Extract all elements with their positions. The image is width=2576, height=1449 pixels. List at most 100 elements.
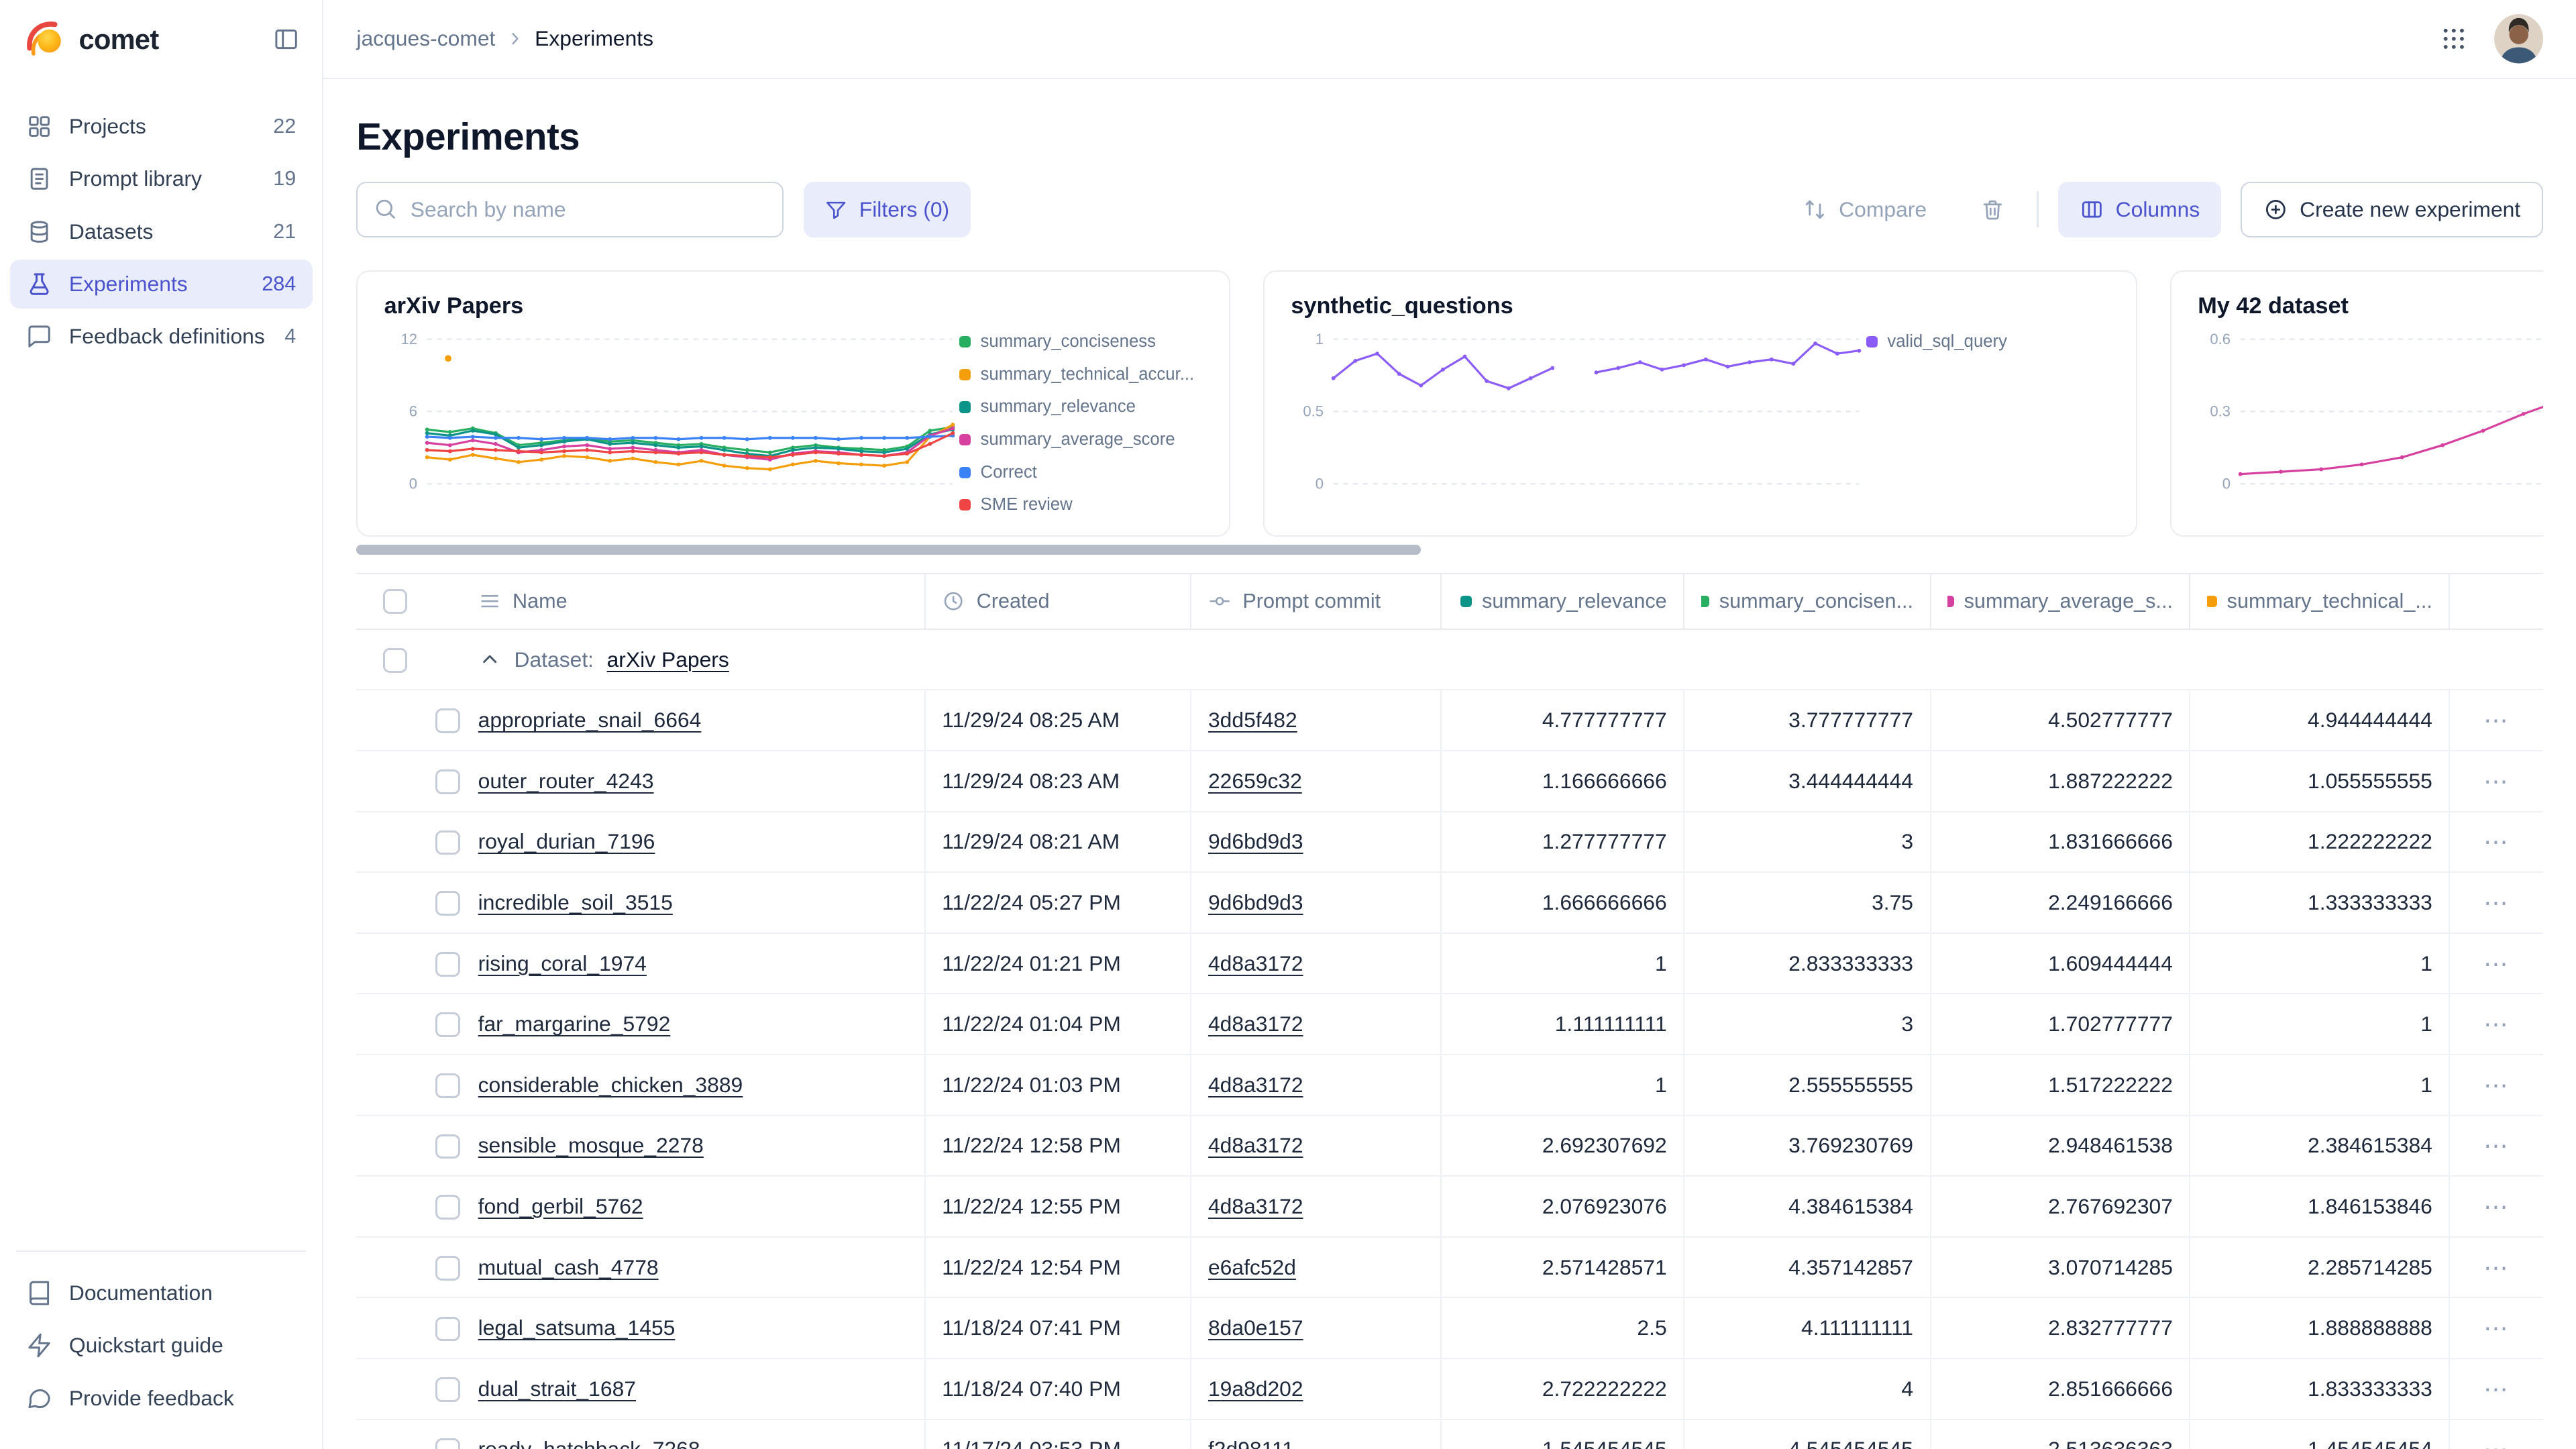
created-cell: 11/22/24 05:27 PM [925,872,1191,933]
row-checkbox[interactable] [435,1073,460,1098]
column-header-summary-average-score[interactable]: summary_average_s... [1931,574,2190,629]
delete-button[interactable] [1968,182,2017,237]
dataset-link[interactable]: arXiv Papers [607,647,729,672]
sidebar-item-experiments[interactable]: Experiments 284 [10,260,313,309]
experiment-name-link[interactable]: ready_hatchback_7268 [478,1437,700,1449]
sidebar-item-projects[interactable]: Projects 22 [10,102,313,151]
metric-value-cell: 1.609444444 [1931,933,2190,994]
dataset-group-row: Dataset: arXiv Papers [356,629,2543,690]
row-actions-button[interactable]: ⋯ [2483,706,2510,734]
row-actions-button[interactable]: ⋯ [2483,1314,2510,1342]
column-header-summary-technical[interactable]: summary_technical_... [2190,574,2449,629]
metric-value-cell: 2.571428571 [1441,1237,1684,1298]
experiment-name-cell: dual_strait_1687 [462,1358,925,1419]
row-actions-button[interactable]: ⋯ [2483,1375,2510,1403]
sidebar-item-feedback-definitions[interactable]: Feedback definitions 4 [10,312,313,361]
experiment-name-link[interactable]: incredible_soil_3515 [478,890,673,914]
row-checkbox[interactable] [435,708,460,733]
row-checkbox[interactable] [435,952,460,977]
row-checkbox[interactable] [435,1012,460,1037]
experiment-name-link[interactable]: outer_router_4243 [478,769,654,793]
columns-button[interactable]: Columns [2058,182,2221,237]
row-checkbox[interactable] [435,891,460,916]
filters-button[interactable]: Filters (0) [804,182,971,237]
sidebar-item-datasets[interactable]: Datasets 21 [10,207,313,256]
avatar[interactable] [2494,14,2543,63]
row-checkbox[interactable] [435,1195,460,1220]
sidebar-collapse-icon[interactable] [273,26,299,52]
select-all-checkbox[interactable] [383,589,408,614]
row-checkbox[interactable] [435,1134,460,1159]
breadcrumb-workspace[interactable]: jacques-comet [356,26,495,51]
row-actions-button[interactable]: ⋯ [2483,1010,2510,1038]
row-actions-button[interactable]: ⋯ [2483,828,2510,855]
row-actions-button[interactable]: ⋯ [2483,1436,2510,1449]
row-checkbox[interactable] [435,1256,460,1281]
experiment-name-link[interactable]: fond_gerbil_5762 [478,1194,643,1218]
experiment-name-link[interactable]: dual_strait_1687 [478,1377,636,1401]
legend-item: summary_relevance [959,397,1205,417]
sidebar-item-provide-feedback[interactable]: Provide feedback [10,1373,313,1422]
metric-value-cell: 3 [1684,994,1930,1055]
horizontal-scrollbar[interactable] [356,545,1421,555]
row-checkbox[interactable] [435,1377,460,1402]
row-actions-button[interactable]: ⋯ [2483,1071,2510,1099]
search-input[interactable] [356,182,784,237]
row-checkbox[interactable] [435,1317,460,1342]
experiment-name-link[interactable]: royal_durian_7196 [478,829,655,853]
prompt-commit-link[interactable]: 4d8a3172 [1208,1133,1303,1157]
row-actions-button[interactable]: ⋯ [2483,889,2510,916]
sidebar-item-documentation[interactable]: Documentation [10,1269,313,1318]
svg-text:0: 0 [2222,475,2231,492]
prompt-commit-link[interactable]: 4d8a3172 [1208,951,1303,975]
created-cell: 11/22/24 12:55 PM [925,1176,1191,1237]
svg-text:0: 0 [409,475,417,492]
prompt-commit-link[interactable]: 9d6bd9d3 [1208,890,1303,914]
column-header-prompt-commit[interactable]: Prompt commit [1191,574,1440,629]
prompt-commit-link[interactable]: e6afc52d [1208,1255,1296,1279]
metric-value-cell: 4.357142857 [1684,1237,1930,1298]
row-actions-button[interactable]: ⋯ [2483,1132,2510,1159]
compare-button[interactable]: Compare [1781,182,1947,237]
row-checkbox[interactable] [435,769,460,794]
collapse-group-icon[interactable] [478,648,501,671]
sidebar-item-quickstart-guide[interactable]: Quickstart guide [10,1321,313,1370]
row-actions-button[interactable]: ⋯ [2483,767,2510,795]
experiment-name-link[interactable]: sensible_mosque_2278 [478,1133,704,1157]
legend-dot [959,434,971,445]
prompt-commit-link[interactable]: f2d98111 [1208,1437,1294,1449]
row-actions-button[interactable]: ⋯ [2483,1193,2510,1220]
breadcrumb: jacques-comet Experiments [356,26,653,51]
apps-grid-icon[interactable] [2440,25,2468,53]
experiment-name-link[interactable]: rising_coral_1974 [478,951,647,975]
create-new-experiment-button[interactable]: Create new experiment [2241,182,2543,237]
sidebar-item-prompt-library[interactable]: Prompt library 19 [10,154,313,203]
experiment-name-link[interactable]: legal_satsuma_1455 [478,1316,676,1340]
experiment-row: royal_durian_719611/29/24 08:21 AM9d6bd9… [356,812,2543,873]
experiment-name-link[interactable]: appropriate_snail_6664 [478,708,702,732]
created-cell: 11/29/24 08:23 AM [925,751,1191,812]
column-header-created[interactable]: Created [925,574,1191,629]
prompt-commit-link[interactable]: 19a8d202 [1208,1377,1303,1401]
prompt-commit-link[interactable]: 4d8a3172 [1208,1194,1303,1218]
row-actions-button[interactable]: ⋯ [2483,1254,2510,1281]
row-actions-button[interactable]: ⋯ [2483,950,2510,977]
experiment-name-link[interactable]: mutual_cash_4778 [478,1255,659,1279]
group-checkbox[interactable] [383,648,408,673]
row-checkbox[interactable] [435,1438,460,1449]
row-checkbox-cell [356,933,462,994]
prompt-commit-link[interactable]: 8da0e157 [1208,1316,1303,1340]
prompt-commit-link[interactable]: 4d8a3172 [1208,1012,1303,1036]
column-header-name[interactable]: Name [462,574,925,629]
row-checkbox-cell [356,812,462,873]
prompt-commit-link[interactable]: 4d8a3172 [1208,1073,1303,1097]
metric-value-cell: 1.222222222 [2190,812,2449,873]
prompt-commit-link[interactable]: 3dd5f482 [1208,708,1297,732]
experiment-name-link[interactable]: considerable_chicken_3889 [478,1073,743,1097]
column-header-summary-relevance[interactable]: summary_relevance [1441,574,1684,629]
row-checkbox[interactable] [435,830,460,855]
prompt-commit-link[interactable]: 9d6bd9d3 [1208,829,1303,853]
experiment-name-link[interactable]: far_margarine_5792 [478,1012,671,1036]
column-header-summary-conciseness[interactable]: summary_concisen... [1684,574,1930,629]
prompt-commit-link[interactable]: 22659c32 [1208,769,1302,793]
